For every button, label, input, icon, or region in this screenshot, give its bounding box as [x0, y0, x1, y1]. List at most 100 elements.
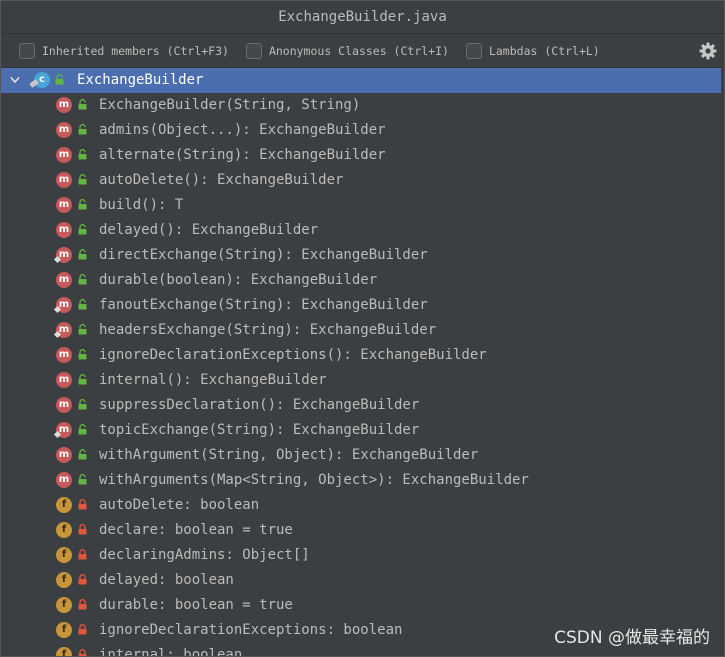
- field-row[interactable]: f delayed: boolean: [1, 568, 724, 593]
- override-marker-icon: [53, 430, 62, 439]
- public-lock-icon: [78, 349, 87, 360]
- method-icon: m: [56, 197, 72, 213]
- public-lock-icon: [78, 99, 87, 110]
- member-label: withArguments(Map<String, Object>): Exch…: [99, 472, 529, 488]
- public-lock-icon: [78, 399, 87, 410]
- override-marker-icon: [53, 255, 62, 264]
- watermark: CSDN @做最幸福的: [554, 628, 710, 648]
- method-icon: m: [56, 147, 72, 163]
- private-lock-icon: [78, 524, 87, 535]
- tree-root-row[interactable]: c ExchangeBuilder: [1, 68, 724, 93]
- file-structure-popup: ExchangeBuilder.java Inherited members (…: [0, 0, 725, 657]
- method-icon: m: [56, 122, 72, 138]
- member-label: alternate(String): ExchangeBuilder: [99, 147, 386, 163]
- member-list: m ExchangeBuilder(String, String) m admins(…: [1, 93, 724, 657]
- private-lock-icon: [78, 649, 87, 656]
- tree-root-label: ExchangeBuilder: [77, 72, 204, 88]
- public-lock-icon: [78, 174, 87, 185]
- anonymous-classes-checkbox[interactable]: [245, 42, 262, 59]
- method-row[interactable]: m admins(Object...): ExchangeBuilder: [1, 118, 724, 143]
- member-label: internal: boolean: [99, 647, 243, 657]
- anonymous-classes-option[interactable]: Anonymous Classes (Ctrl+I): [245, 42, 449, 59]
- class-icon: c: [29, 72, 50, 88]
- method-icon: m: [56, 447, 72, 463]
- inherited-members-option[interactable]: Inherited members (Ctrl+F3): [19, 42, 229, 59]
- field-row[interactable]: f durable: boolean = true: [1, 593, 724, 618]
- method-row[interactable]: m withArguments(Map<String, Object>): Exc…: [1, 468, 724, 493]
- field-icon: f: [56, 647, 72, 656]
- public-lock-icon: [78, 199, 87, 210]
- member-label: suppressDeclaration(): ExchangeBuilder: [99, 397, 420, 413]
- member-label: fanoutExchange(String): ExchangeBuilder: [99, 297, 428, 313]
- method-row[interactable]: m fanoutExchange(String): ExchangeBuilder: [1, 293, 724, 318]
- override-marker-icon: [53, 330, 62, 339]
- field-row[interactable]: f declaringAdmins: Object[]: [1, 543, 724, 568]
- method-row[interactable]: m durable(boolean): ExchangeBuilder: [1, 268, 724, 293]
- inherited-members-checkbox[interactable]: [19, 42, 35, 59]
- member-label: durable(boolean): ExchangeBuilder: [99, 272, 378, 288]
- lambdas-checkbox[interactable]: [465, 42, 482, 59]
- private-lock-icon: [78, 599, 87, 610]
- lambdas-option[interactable]: Lambdas (Ctrl+L): [465, 42, 600, 59]
- public-lock-icon: [78, 449, 87, 460]
- field-icon: f: [56, 522, 72, 538]
- member-label: durable: boolean = true: [99, 597, 293, 613]
- field-row[interactable]: f autoDelete: boolean: [1, 493, 724, 518]
- method-row[interactable]: m suppressDeclaration(): ExchangeBuilder: [1, 393, 724, 418]
- public-lock-icon: [78, 124, 87, 135]
- field-icon: f: [56, 622, 72, 638]
- public-lock-icon: [78, 274, 87, 285]
- member-label: withArgument(String, Object): ExchangeBu…: [99, 447, 479, 463]
- filter-toolbar: Inherited members (Ctrl+F3) Anonymous Cl…: [1, 34, 724, 68]
- method-row[interactable]: m internal(): ExchangeBuilder: [1, 368, 724, 393]
- member-label: admins(Object...): ExchangeBuilder: [99, 122, 386, 138]
- private-lock-icon: [78, 549, 87, 560]
- method-row[interactable]: m withArgument(String, Object): ExchangeB…: [1, 443, 724, 468]
- member-label: delayed(): ExchangeBuilder: [99, 222, 319, 238]
- private-lock-icon: [78, 574, 87, 585]
- method-row[interactable]: m ignoreDeclarationExceptions(): Exchange…: [1, 343, 724, 368]
- field-icon: f: [56, 597, 72, 613]
- private-lock-icon: [78, 624, 87, 635]
- public-lock-icon: [78, 149, 87, 160]
- member-label: autoDelete(): ExchangeBuilder: [99, 172, 344, 188]
- field-icon: f: [56, 497, 72, 513]
- member-label: declare: boolean = true: [99, 522, 293, 538]
- member-label: delayed: boolean: [99, 572, 234, 588]
- structure-tree: c ExchangeBuilder m ExchangeBuilder(Strin…: [1, 68, 724, 657]
- method-row[interactable]: m directExchange(String): ExchangeBuilder: [1, 243, 724, 268]
- member-label: autoDelete: boolean: [99, 497, 260, 513]
- method-icon: m: [56, 372, 72, 388]
- public-lock-icon: [78, 424, 87, 435]
- method-icon: m: [56, 397, 72, 413]
- method-icon: m: [56, 347, 72, 363]
- member-label: build(): T: [99, 197, 184, 213]
- gear-icon[interactable]: [698, 41, 718, 61]
- method-icon: m: [56, 97, 72, 113]
- method-icon: m: [53, 297, 72, 314]
- field-row[interactable]: f declare: boolean = true: [1, 518, 724, 543]
- popup-title: ExchangeBuilder.java: [1, 1, 724, 34]
- method-row[interactable]: m ExchangeBuilder(String, String): [1, 93, 724, 118]
- method-icon: m: [56, 172, 72, 188]
- method-row[interactable]: m build(): T: [1, 193, 724, 218]
- method-row[interactable]: m delayed(): ExchangeBuilder: [1, 218, 724, 243]
- member-label: topicExchange(String): ExchangeBuilder: [99, 422, 420, 438]
- member-label: headersExchange(String): ExchangeBuilder: [99, 322, 437, 338]
- chevron-down-icon[interactable]: [10, 76, 20, 84]
- method-row[interactable]: m autoDelete(): ExchangeBuilder: [1, 168, 724, 193]
- method-row[interactable]: m topicExchange(String): ExchangeBuilder: [1, 418, 724, 443]
- inherited-members-label: Inherited members (Ctrl+F3): [42, 43, 229, 58]
- method-icon: m: [56, 272, 72, 288]
- public-lock-icon: [78, 324, 87, 335]
- vertical-scrollbar[interactable]: [721, 67, 724, 656]
- lambdas-label: Lambdas (Ctrl+L): [488, 43, 600, 58]
- override-marker-icon: [53, 305, 62, 314]
- method-icon: m: [56, 222, 72, 238]
- method-row[interactable]: m headersExchange(String): ExchangeBuilde…: [1, 318, 724, 343]
- method-icon: m: [53, 422, 72, 439]
- method-row[interactable]: m alternate(String): ExchangeBuilder: [1, 143, 724, 168]
- method-icon: m: [53, 322, 72, 339]
- anonymous-classes-label: Anonymous Classes (Ctrl+I): [268, 43, 449, 58]
- member-label: ignoreDeclarationExceptions: boolean: [99, 622, 403, 638]
